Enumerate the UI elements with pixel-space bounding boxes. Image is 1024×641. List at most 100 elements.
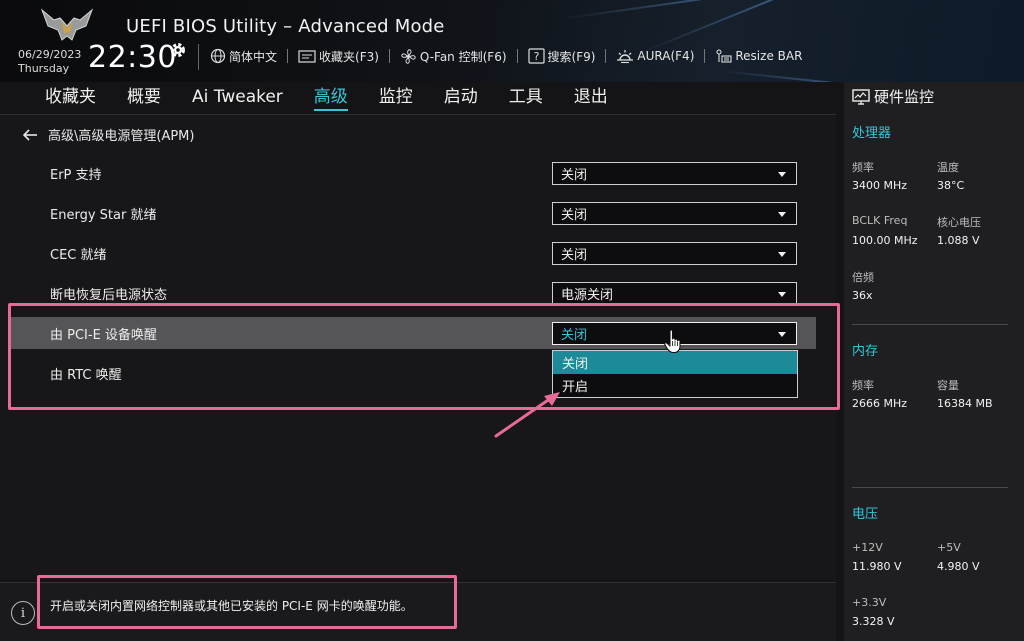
dropdown-option-disabled[interactable]: 关闭 [553, 351, 797, 374]
chevron-down-icon [778, 331, 786, 337]
resize-bar-label: Resize BAR [735, 49, 803, 63]
setting-label: 由 RTC 唤醒 [50, 367, 122, 383]
aura-button[interactable]: AURA(F4) [616, 48, 706, 64]
hw-monitor-title: 硬件监控 [852, 86, 934, 107]
language-button[interactable]: 简体中文 [210, 48, 289, 65]
info-icon: i [11, 601, 35, 625]
hand-cursor-icon [664, 329, 681, 354]
select-value: 电源关闭 [561, 287, 614, 303]
qfan-button[interactable]: Q-Fan 控制(F6) [400, 48, 518, 65]
energy-star-select[interactable]: 关闭 [552, 201, 797, 225]
svg-text:?: ? [533, 50, 539, 63]
setting-row-pcie-wake[interactable]: 由 PCI-E 设备唤醒 关闭 [8, 317, 816, 349]
mem-freq-value: 2666 MHz [852, 397, 908, 410]
pcie-wake-dropdown-list: 关闭 开启 [552, 350, 798, 398]
cpu-temp-value: 38°C [937, 179, 965, 192]
tab-main[interactable]: 概要 [127, 84, 161, 110]
chevron-down-icon [778, 291, 786, 297]
setting-row-energy-star[interactable]: Energy Star 就绪 关闭 [8, 197, 816, 229]
back-arrow-icon[interactable] [22, 128, 38, 141]
setting-row-erp[interactable]: ErP 支持 关闭 [8, 157, 816, 189]
hw-monitor-title-label: 硬件监控 [874, 88, 935, 106]
tab-monitor[interactable]: 监控 [379, 84, 413, 110]
aura-icon [617, 50, 634, 64]
setting-label: 由 PCI-E 设备唤醒 [50, 327, 157, 343]
cpu-freq-label: 频率 [852, 161, 874, 174]
resize-bar-icon [716, 49, 732, 63]
bclk-label: BCLK Freq [852, 214, 908, 227]
annotation-arrow-icon [494, 392, 560, 438]
v12-label: +12V [852, 541, 883, 554]
v5-label: +5V [937, 541, 961, 554]
ratio-label: 倍频 [852, 271, 874, 284]
vcore-value: 1.088 V [937, 234, 980, 247]
header-bar: UEFI BIOS Utility – Advanced Mode 06/29/… [0, 0, 1024, 82]
day-label: Thursday [18, 62, 70, 75]
hardware-monitor-panel: 硬件监控 处理器 频率 温度 3400 MHz 38°C BCLK Freq 核… [844, 82, 1024, 641]
breadcrumb-label: 高级\高级电源管理(APM) [48, 129, 195, 144]
ratio-value: 36x [852, 289, 873, 302]
settings-panel: 高级\高级电源管理(APM) ErP 支持 关闭 Energy Star 就绪 … [0, 114, 836, 580]
globe-icon [210, 48, 226, 64]
memory-heading: 内存 [852, 344, 879, 359]
setting-row-ac-power-loss[interactable]: 断电恢复后电源状态 电源关闭 [8, 277, 816, 309]
tab-boot[interactable]: 启动 [444, 84, 478, 110]
header-decoration [559, 0, 977, 20]
date-label: 06/29/2023 [18, 48, 82, 61]
header-divider [198, 44, 199, 70]
main-nav: 收藏夹 概要 Ai Tweaker 高级 监控 启动 工具 退出 [0, 82, 838, 112]
toolbar-separator [704, 49, 706, 63]
setting-label: Energy Star 就绪 [50, 207, 157, 223]
toolbar-separator [516, 49, 518, 63]
tab-advanced[interactable]: 高级 [313, 84, 348, 111]
help-bar: i 开启或关闭内置网络控制器或其他已安装的 PCI-E 网卡的唤醒功能。 [0, 582, 836, 641]
fan-icon [401, 48, 416, 64]
dropdown-option-enabled[interactable]: 开启 [553, 374, 797, 397]
qfan-label: Q-Fan 控制(F6) [419, 49, 507, 64]
chevron-down-icon [778, 251, 786, 257]
breadcrumb[interactable]: 高级\高级电源管理(APM) [22, 125, 194, 144]
gear-icon[interactable] [169, 41, 187, 59]
v33-label: +3.3V [852, 596, 887, 609]
cec-select[interactable]: 关闭 [552, 241, 797, 265]
chevron-down-icon [778, 171, 786, 177]
vcore-label: 核心电压 [937, 216, 981, 229]
v12-value: 11.980 V [852, 560, 902, 573]
tab-exit[interactable]: 退出 [574, 84, 608, 110]
resize-bar-button[interactable]: Resize BAR [715, 48, 802, 64]
bclk-value: 100.00 MHz [852, 234, 918, 247]
setting-row-cec[interactable]: CEC 就绪 关闭 [8, 237, 816, 269]
hw-divider [852, 487, 1008, 488]
language-label: 简体中文 [229, 49, 278, 64]
favorites-label: 收藏夹(F3) [319, 49, 379, 64]
mem-cap-label: 容量 [937, 379, 959, 392]
mem-freq-label: 频率 [852, 379, 874, 392]
help-search-icon: ? [527, 48, 545, 64]
toolbar: 简体中文 收藏夹(F3) Q-Fan 控制(F6) ? 搜索(F9) AURA(… [210, 46, 812, 66]
tab-tool[interactable]: 工具 [509, 84, 543, 110]
search-label: 搜索(F9) [547, 49, 596, 64]
select-value: 关闭 [561, 327, 588, 343]
tab-ai-tweaker[interactable]: Ai Tweaker [192, 84, 283, 110]
tab-favorites[interactable]: 收藏夹 [45, 84, 96, 110]
ac-power-loss-select[interactable]: 电源关闭 [552, 281, 797, 305]
monitor-icon [852, 88, 870, 105]
mem-cap-value: 16384 MB [937, 397, 993, 410]
setting-label: ErP 支持 [50, 167, 102, 183]
favorites-icon [298, 50, 316, 63]
toolbar-separator [287, 49, 289, 63]
erp-select[interactable]: 关闭 [552, 161, 797, 185]
toolbar-separator [388, 49, 390, 63]
search-button[interactable]: ? 搜索(F9) [527, 48, 607, 65]
chevron-down-icon [778, 211, 786, 217]
help-text: 开启或关闭内置网络控制器或其他已安装的 PCI-E 网卡的唤醒功能。 [50, 599, 413, 613]
select-value: 关闭 [561, 207, 588, 223]
select-value: 关闭 [561, 247, 588, 263]
cpu-temp-label: 温度 [937, 161, 959, 174]
cpu-freq-value: 3400 MHz [852, 179, 908, 192]
hw-divider [852, 324, 1008, 325]
app-title: UEFI BIOS Utility – Advanced Mode [126, 16, 445, 37]
favorites-button[interactable]: 收藏夹(F3) [298, 48, 390, 65]
toolbar-separator [605, 49, 607, 63]
setting-label: CEC 就绪 [50, 247, 107, 263]
